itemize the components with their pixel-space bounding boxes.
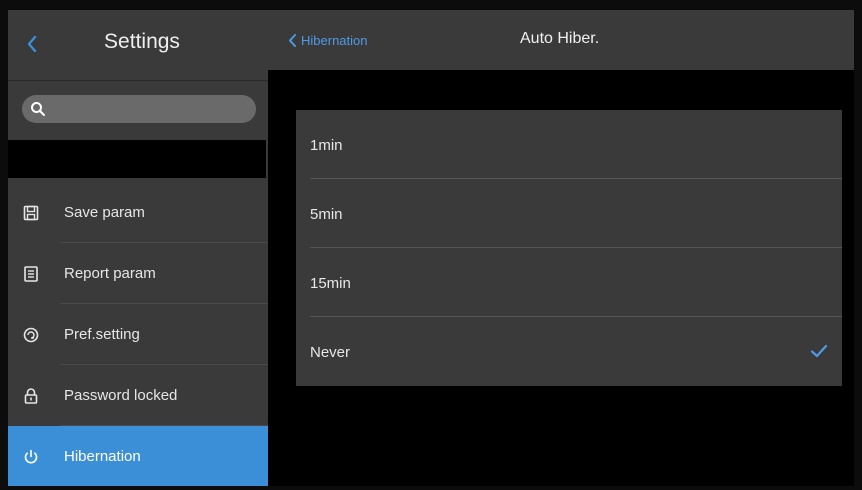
report-icon [24, 266, 38, 282]
search-icon [31, 102, 45, 116]
sidebar-item-pref-setting[interactable]: Pref.setting [8, 304, 268, 365]
save-icon [23, 205, 39, 221]
option-label: Never [310, 344, 351, 361]
checkmark-icon [810, 344, 828, 358]
chevron-left-icon [289, 33, 296, 47]
sidebar-item-hibernation[interactable]: Hibernation [8, 426, 268, 486]
device-screen: Settings Save param Report param Pref.se… [8, 10, 854, 486]
option-1min[interactable]: 1min [296, 110, 842, 179]
sidebar-item-label: Pref.setting [64, 326, 140, 343]
back-label: Hibernation [301, 32, 368, 48]
option-15min[interactable]: 15min [296, 248, 842, 317]
sidebar-item-label: Password locked [64, 387, 178, 404]
sidebar-spacer [8, 140, 266, 178]
lock-icon [24, 388, 38, 404]
sidebar-item-save-param[interactable]: Save param [8, 182, 268, 243]
sidebar-item-label: Save param [64, 204, 145, 221]
sidebar-item-label: Hibernation [64, 448, 141, 465]
search-box[interactable] [22, 95, 256, 123]
back-button[interactable]: Hibernation [288, 30, 368, 50]
preference-icon [23, 327, 39, 343]
sidebar-item-report-param[interactable]: Report param [8, 243, 268, 304]
option-5min[interactable]: 5min [296, 179, 842, 248]
option-label: 5min [310, 206, 343, 223]
sidebar-item-password-locked[interactable]: Password locked [8, 365, 268, 426]
sidebar: Settings Save param Report param Pref.se… [8, 10, 268, 486]
power-icon [24, 449, 38, 464]
sidebar-header: Settings [8, 10, 268, 81]
option-never[interactable]: Never [296, 317, 842, 386]
sidebar-title: Settings [104, 30, 180, 53]
settings-menu: Save param Report param Pref.setting Pas… [8, 182, 268, 486]
option-label: 1min [310, 137, 343, 154]
search-input[interactable] [50, 99, 250, 121]
main-panel: Hibernation Auto Hiber. 1min 5min 15min … [268, 10, 854, 486]
page-title: Auto Hiber. [520, 30, 600, 47]
option-label: 15min [310, 275, 351, 292]
main-header: Hibernation Auto Hiber. [268, 10, 854, 70]
hibernation-options-list: 1min 5min 15min Never [296, 110, 842, 386]
sidebar-item-label: Report param [64, 265, 156, 282]
